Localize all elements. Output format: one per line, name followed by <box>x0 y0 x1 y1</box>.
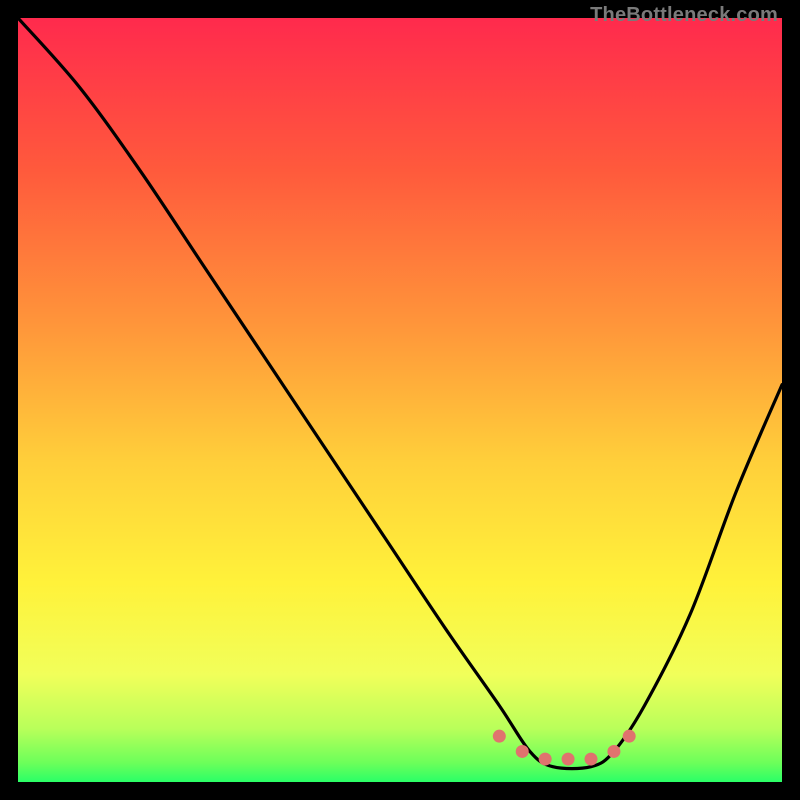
curve-marker <box>623 730 636 743</box>
curve-marker <box>585 753 598 766</box>
curve-marker <box>539 753 552 766</box>
watermark-text: TheBottleneck.com <box>590 4 778 27</box>
chart-frame <box>18 18 782 782</box>
curve-marker <box>607 745 620 758</box>
curve-marker <box>493 730 506 743</box>
chart-svg <box>18 18 782 782</box>
curve-marker <box>516 745 529 758</box>
plot-background <box>18 18 782 782</box>
curve-marker <box>562 753 575 766</box>
